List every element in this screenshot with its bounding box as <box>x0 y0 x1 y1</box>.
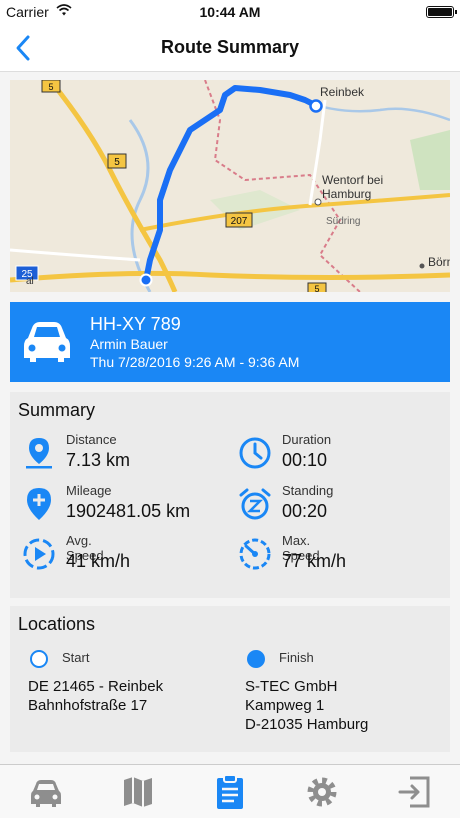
metric-label: Duration <box>282 432 332 447</box>
map-road-shield-label: 5 <box>48 82 53 92</box>
trip-time-range: Thu 7/28/2016 9:26 AM - 9:36 AM <box>90 354 300 370</box>
map-place-label: Börn <box>428 255 450 269</box>
finish-label: Finish <box>279 650 314 665</box>
finish-dot-icon <box>247 650 265 668</box>
finish-address-line: S-TEC GmbH <box>245 678 338 695</box>
clock-icon <box>239 437 271 469</box>
driver-name: Armin Bauer <box>90 336 168 352</box>
finish-address-line: Kampweg 1 <box>245 697 325 714</box>
start-circle-icon <box>30 650 48 668</box>
map-canvas: 5 5 207 25 5 Reinbek Wentorf bei Hamburg… <box>10 80 450 292</box>
gear-icon[interactable] <box>304 774 340 810</box>
map-road-shield-label: 207 <box>231 216 248 227</box>
map-place-dot <box>314 198 322 206</box>
clipboard-icon[interactable] <box>212 774 248 810</box>
metric-value: 7.13 km <box>66 450 131 470</box>
metric-label: Mileage <box>66 483 112 498</box>
status-bar: Carrier 10:44 AM <box>0 0 460 24</box>
route-end-marker <box>139 273 153 287</box>
car-icon <box>24 322 70 362</box>
page-title: Route Summary <box>160 37 300 57</box>
car-icon[interactable] <box>28 774 64 810</box>
clock-time: 10:44 AM <box>199 4 261 20</box>
finish-address-line: D-21035 Hamburg <box>245 716 369 733</box>
play-circle-icon <box>23 538 55 570</box>
start-address-line: Bahnhofstraße 17 <box>28 697 148 714</box>
battery-icon <box>426 6 457 18</box>
location-pin-plus-icon <box>27 488 51 520</box>
speedometer-icon <box>239 538 271 570</box>
navigation-bar: Route Summary <box>0 24 460 72</box>
locations-panel: Locations Start DE 21465 - Reinbek Bahnh… <box>10 606 450 752</box>
map-place-label: Wentorf bei <box>322 173 383 187</box>
map-icon[interactable] <box>120 774 156 810</box>
map-place-label: Hamburg <box>322 187 371 201</box>
locations-heading: Locations <box>18 614 96 634</box>
summary-heading: Summary <box>18 400 96 420</box>
map-place-label: al <box>26 276 34 287</box>
metric-value: 41 km/h <box>66 551 131 571</box>
map-road-shield-label: 5 <box>314 284 319 292</box>
metric-label: Standing <box>282 483 334 498</box>
route-start-marker <box>309 99 323 113</box>
vehicle-card: HH-XY 789 Armin Bauer Thu 7/28/2016 9:26… <box>10 302 450 382</box>
map-road-shield-label: 5 <box>114 157 120 168</box>
metric-value: 00:10 <box>282 450 328 470</box>
location-pin-icon <box>26 438 52 469</box>
map-place-label: Reinbek <box>320 85 365 99</box>
map-place-dot <box>419 263 425 269</box>
metric-value: 00:20 <box>282 501 328 521</box>
finish-location: Finish S-TEC GmbH Kampweg 1 D-21035 Hamb… <box>245 650 447 750</box>
vehicle-plate: HH-XY 789 <box>90 314 181 334</box>
route-map[interactable]: 5 5 207 25 5 Reinbek Wentorf bei Hamburg… <box>10 80 450 292</box>
metric-value: 1902481.05 km <box>66 501 191 521</box>
start-location: Start DE 21465 - Reinbek Bahnhofstraße 1… <box>28 650 230 750</box>
metric-label: Distance <box>66 432 117 447</box>
map-place-label: Südring <box>326 216 360 227</box>
logout-icon[interactable] <box>396 774 432 810</box>
alarm-z-icon <box>239 488 271 520</box>
start-address-line: DE 21465 - Reinbek <box>28 678 164 695</box>
start-label: Start <box>62 650 90 665</box>
tab-bar <box>0 764 460 818</box>
metric-value: 77 km/h <box>282 551 347 571</box>
summary-panel: Summary Distance 7.13 km Duration 00:10 … <box>10 392 450 598</box>
